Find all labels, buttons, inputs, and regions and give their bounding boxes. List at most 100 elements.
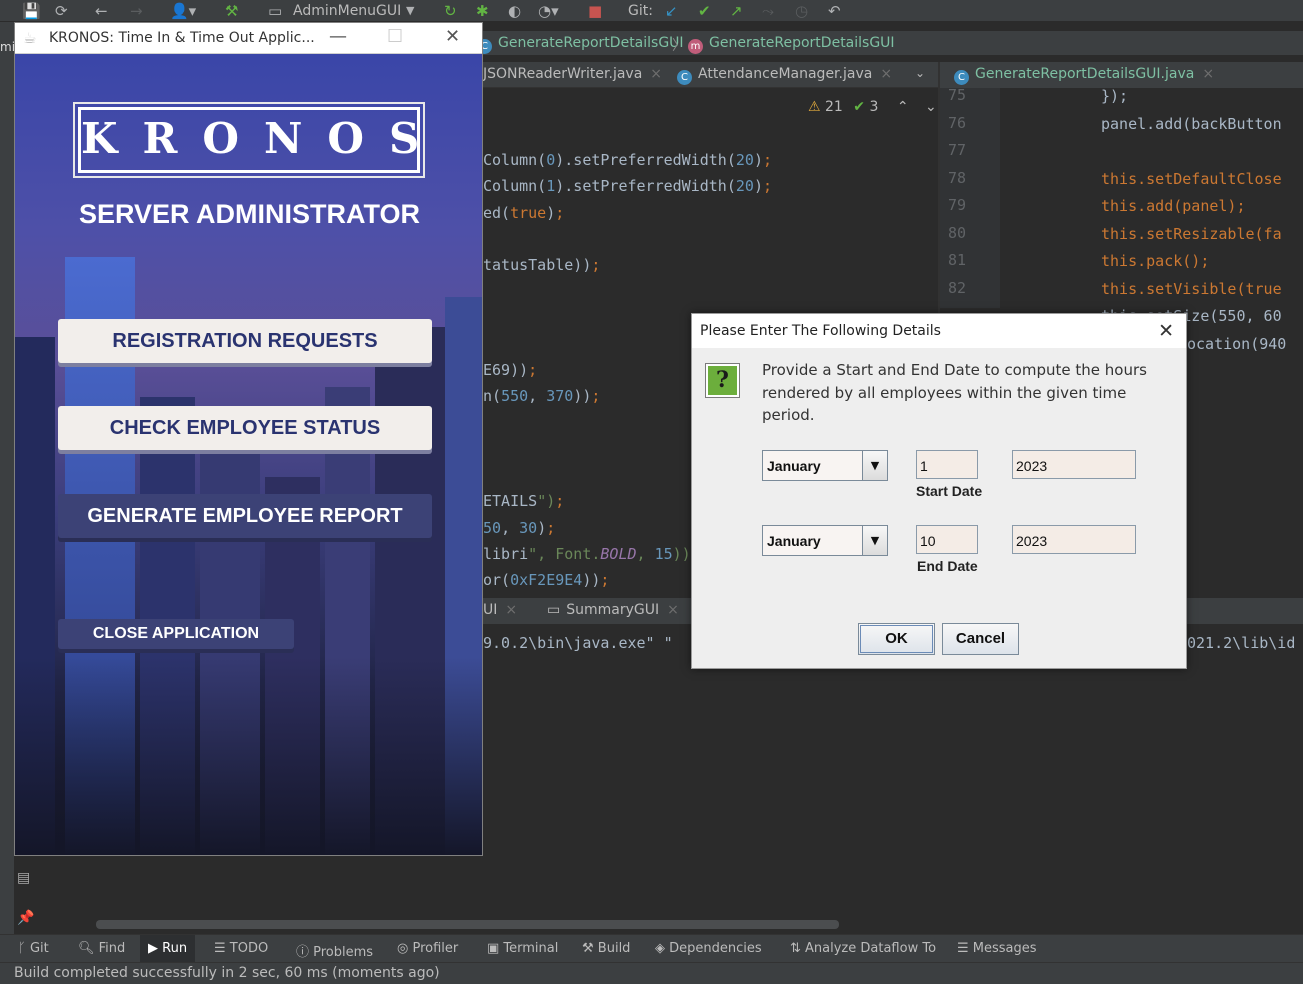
rollback-icon[interactable]: ↶ (828, 2, 841, 20)
pin-icon[interactable]: 📌 (17, 910, 34, 926)
chevron-down-icon[interactable]: ⌄ (925, 99, 937, 115)
git-merge-icon[interactable]: ⤳ (762, 2, 774, 20)
check-employee-status-button[interactable]: CHECK EMPLOYEE STATUS (58, 406, 432, 450)
tool-git[interactable]: ᚴ Git (18, 941, 49, 956)
logo-text: KRONOS (81, 114, 445, 163)
back-icon[interactable]: ← (95, 2, 108, 20)
start-month-select[interactable]: January ▼ (762, 450, 888, 481)
run-config-selector[interactable]: AdminMenuGUI (293, 2, 401, 20)
inspection-widget[interactable]: ⚠ 21 ✔ 3 ⌃ ⌄ (808, 99, 937, 115)
tool-label: Build (597, 941, 631, 956)
chevron-down-icon[interactable]: ▼ (862, 526, 887, 555)
chevron-down-icon[interactable]: ▼ (406, 2, 414, 20)
debug-icon[interactable]: ✱ (476, 2, 489, 20)
run-config-icon: ▭ (268, 2, 283, 20)
close-icon[interactable]: × (880, 66, 892, 82)
tab-attendancemanager[interactable]: C AttendanceManager.java × (677, 66, 892, 85)
tool-profiler[interactable]: ◎ Profiler (397, 941, 458, 956)
ground-shadow (15, 657, 482, 855)
minimize-icon[interactable]: — (329, 26, 347, 47)
tool-run[interactable]: ▶ Run (140, 935, 196, 962)
profile-icon[interactable]: ◔▾ (538, 2, 559, 20)
chevron-down-icon[interactable]: ⌄ (915, 66, 925, 80)
registration-requests-button[interactable]: REGISTRATION REQUESTS (58, 319, 432, 363)
breadcrumb-method[interactable]: m GenerateReportDetailsGUI (688, 35, 895, 54)
console-output: 9.0.2\bin\java.exe" " (483, 634, 673, 652)
close-icon[interactable]: × (650, 66, 662, 82)
ok-button[interactable]: OK (858, 623, 935, 655)
code-line: 50, 30); (483, 519, 556, 537)
git-push-icon[interactable]: ↗ (730, 2, 743, 20)
start-date-label: Start Date (916, 483, 983, 499)
dialog-titlebar[interactable]: Please Enter The Following Details ✕ (692, 314, 1186, 348)
save-icon[interactable]: 💾 (22, 2, 41, 20)
end-month-select[interactable]: January ▼ (762, 525, 888, 556)
git-update-icon[interactable]: ↙ (665, 2, 678, 20)
breadcrumb-class[interactable]: C GenerateReportDetailsGUI (477, 35, 684, 54)
close-application-button[interactable]: CLOSE APPLICATION (58, 619, 294, 649)
tool-label: TODO (229, 941, 269, 956)
tab-generatereportdetailsgui[interactable]: C GenerateReportDetailsGUI.java × (954, 66, 1214, 85)
git-label: Git: (628, 3, 653, 19)
status-text: Build completed successfully in 2 sec, 6… (14, 965, 440, 981)
close-icon[interactable]: × (1202, 66, 1214, 82)
history-icon[interactable]: ◷ (795, 2, 808, 20)
tool-label: Git (29, 941, 49, 956)
line-gutter: 75 76 77 78 79 80 81 82 (940, 86, 1000, 308)
git-icon: ᚴ (18, 941, 30, 956)
layers-icon: ◈ (655, 941, 670, 956)
chevron-down-icon[interactable]: ▼ (862, 451, 887, 480)
sync-icon[interactable]: ⟳ (55, 2, 68, 20)
tool-messages[interactable]: ☰ Messages (957, 941, 1037, 956)
tab-jsonreaderwriter[interactable]: JSONReaderWriter.java × (483, 66, 662, 82)
start-year-field[interactable]: 2023 (1012, 450, 1136, 479)
structure-icon[interactable]: ▤ (17, 870, 30, 886)
kronos-titlebar[interactable]: ☕ KRONOS: Time In & Time Out Applic... —… (15, 23, 482, 54)
tool-dependencies[interactable]: ◈ Dependencies (655, 941, 762, 956)
maximize-icon: ☐ (387, 26, 404, 47)
git-commit-icon[interactable]: ✔ (698, 2, 711, 20)
generate-employee-report-button[interactable]: GENERATE EMPLOYEE REPORT (58, 494, 432, 538)
line-number: 78 (948, 169, 967, 187)
line-number: 77 (948, 141, 967, 159)
breadcrumb-class-label: GenerateReportDetailsGUI (498, 35, 684, 51)
breadcrumb-method-label: GenerateReportDetailsGUI (709, 35, 895, 51)
build-hammer-icon[interactable]: ⚒ (225, 2, 238, 20)
coverage-icon[interactable]: ◐ (508, 2, 521, 20)
forward-icon[interactable]: → (130, 2, 143, 20)
tool-label: Run (162, 941, 188, 956)
start-day-field[interactable]: 1 (916, 450, 978, 479)
tab-run-ui[interactable]: UI × (483, 602, 517, 618)
close-icon[interactable]: × (667, 602, 679, 618)
start-month-value: January (767, 458, 821, 474)
tool-problems[interactable]: ⓘ Problems (296, 941, 373, 960)
tool-terminal[interactable]: ▣ Terminal (487, 941, 558, 956)
project-label: mi (0, 40, 16, 54)
rerun-icon[interactable]: ↻ (444, 2, 457, 20)
close-icon[interactable]: ✕ (1158, 320, 1174, 342)
messages-icon: ☰ (957, 941, 973, 956)
end-day-field[interactable]: 10 (916, 525, 978, 554)
tool-window-bar: ᚴ Git 🔍︎ Find ▶ Run ☰ TODO ⓘ Problems ◎ … (0, 934, 1303, 962)
tool-todo[interactable]: ☰ TODO (214, 941, 268, 956)
code-line: n(550, 370)); (483, 387, 601, 405)
tab-label: UI (483, 602, 498, 618)
close-icon[interactable]: × (505, 602, 517, 618)
tool-analyze-dataflow[interactable]: ⇅ Analyze Dataflow To (790, 941, 936, 956)
close-icon[interactable]: ✕ (445, 26, 460, 47)
tool-build[interactable]: ⚒ Build (582, 941, 630, 956)
start-day-value: 1 (920, 458, 928, 474)
stop-icon[interactable]: ■ (588, 2, 602, 20)
question-icon: ? (705, 363, 740, 398)
tool-label: Profiler (412, 941, 459, 956)
tab-run-summarygui[interactable]: ▭ SummaryGUI × (547, 602, 679, 618)
end-year-field[interactable]: 2023 (1012, 525, 1136, 554)
chevron-up-icon[interactable]: ⌃ (897, 99, 909, 115)
left-tool-strip: mi ▤ 📌 (0, 22, 34, 934)
tool-find[interactable]: 🔍︎ Find (78, 941, 125, 956)
warning-count: 21 (825, 99, 843, 115)
horizontal-scrollbar[interactable] (96, 920, 839, 929)
user-icon[interactable]: 👤▾ (170, 2, 196, 20)
dialog-title: Please Enter The Following Details (700, 323, 941, 339)
cancel-button[interactable]: Cancel (942, 623, 1019, 655)
